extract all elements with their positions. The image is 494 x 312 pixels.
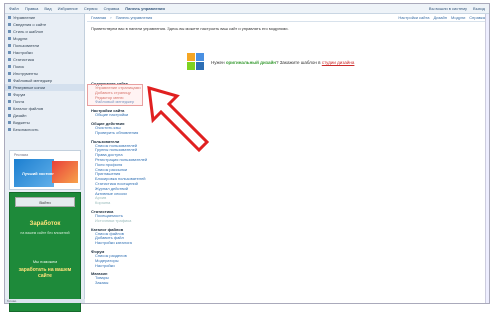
sidebar-item-icon [8, 107, 11, 110]
status-bar: Готово [5, 299, 85, 303]
breadcrumb-panel[interactable]: Панель управления [116, 15, 153, 20]
sidebar-item-label: Дизайн [13, 113, 27, 118]
ad-image-secondary [52, 161, 78, 183]
menu-favorites[interactable]: Избранное [58, 6, 78, 11]
sidebar-item-label: Сведения о сайте [13, 22, 47, 27]
sidebar-item[interactable]: Настройки [5, 49, 84, 56]
menu-file[interactable]: Файл [9, 6, 19, 11]
sidebar-item-icon [8, 93, 11, 96]
sidebar-item-icon [8, 128, 11, 131]
sidebar-item-label: Безопасность [13, 127, 39, 132]
arrow-shape [147, 86, 210, 153]
sidebar-item[interactable]: Управление [5, 14, 84, 21]
sidebar-item[interactable]: Дизайн [5, 112, 84, 119]
sidebar-item-icon [8, 79, 11, 82]
quick-link-design[interactable]: Дизайн [434, 15, 447, 20]
menu-edit[interactable]: Правка [25, 6, 39, 11]
quick-link-settings[interactable]: Настройки сайта [398, 15, 429, 20]
sidebar-item-label: Модули [13, 36, 28, 41]
sidebar-item-icon [8, 37, 11, 40]
sidebar-item-label: Статистика [13, 57, 35, 62]
sidebar-item-icon [8, 86, 11, 89]
sidebar-item-label: Стиль и шаблон [13, 29, 44, 34]
sidebar-item[interactable]: Форум [5, 91, 84, 98]
design-banner[interactable]: Нужен оригинальный дизайн? Закажите шабл… [187, 50, 387, 74]
design-studio-link[interactable]: студии дизайна [322, 60, 355, 65]
sidebar-item[interactable]: Поиск [5, 63, 84, 70]
sidebar-item-icon [8, 23, 11, 26]
ad-banner-hosting[interactable]: Реклама Лучший хостинг [9, 150, 81, 190]
ad-middle-text: Мы поможем [32, 259, 58, 264]
sidebar-item[interactable]: Сведения о сайте [5, 21, 84, 28]
design-banner-highlight: оригинальный дизайн [225, 59, 276, 65]
sidebar-item-icon [8, 44, 11, 47]
breadcrumb-separator: › [110, 15, 112, 20]
sidebar-item-icon [8, 16, 11, 19]
menu-view[interactable]: Вид [44, 6, 51, 11]
section-link[interactable]: Заказы [91, 281, 291, 286]
sidebar-item[interactable]: Каталог файлов [5, 105, 84, 112]
logout-link[interactable]: Выход [473, 6, 485, 11]
sidebar-item[interactable]: Резервные копии [5, 84, 84, 91]
sidebar-item[interactable]: Виджеты [5, 119, 84, 126]
sidebar-item-icon [8, 30, 11, 33]
sidebar-item-icon [8, 72, 11, 75]
welcome-text: Приветствуем вас в панели управления. Зд… [91, 26, 289, 31]
sidebar: Управление Сведения о сайте Стиль и шаблон… [5, 14, 85, 312]
section-link[interactable]: Источники трафика [91, 219, 291, 224]
sidebar-item-label: Виджеты [13, 120, 30, 125]
sidebar-item[interactable]: Безопасность [5, 126, 84, 133]
sidebar-item[interactable]: Пользователи [5, 42, 84, 49]
quick-link-help[interactable]: Справка [469, 15, 485, 20]
sidebar-item[interactable]: Статистика [5, 56, 84, 63]
sidebar-item-label: Каталог файлов [13, 106, 44, 111]
sidebar-item[interactable]: Стиль и шаблон [5, 28, 84, 35]
section-link[interactable]: Настройки каталога [91, 241, 291, 246]
design-logo-icon [187, 53, 205, 71]
sidebar-item-label: Почта [13, 99, 25, 104]
sidebar-item[interactable]: Инструменты [5, 70, 84, 77]
sidebar-item-icon [8, 51, 11, 54]
browser-window: Файл Правка Вид Избранное Сервис Справка… [4, 3, 490, 312]
sidebar-item-icon [8, 58, 11, 61]
login-button[interactable]: Войти [15, 197, 75, 207]
ad-headline: Заработок [29, 221, 61, 227]
highlighted-links-box [87, 84, 143, 106]
sidebar-item[interactable]: Почта [5, 98, 84, 105]
sidebar-item-label: Пользователи [13, 43, 40, 48]
ad-tag: Реклама [14, 153, 29, 157]
main-content: Главная › Панель управления Настройки са… [87, 14, 489, 303]
top-menu-bar: Файл Правка Вид Избранное Сервис Справка… [5, 4, 489, 14]
sidebar-item-label: Управление [13, 15, 36, 20]
ad-subtitle: на вашем сайте без вложений [20, 231, 70, 235]
section-link[interactable]: Настройки [91, 264, 291, 269]
sidebar-item-label: Файловый менеджер [13, 78, 53, 83]
design-banner-text: Нужен оригинальный дизайн? Закажите шабл… [211, 59, 355, 65]
quick-link-modules[interactable]: Модули [451, 15, 465, 20]
sidebar-item-label: Форум [13, 92, 26, 97]
scrollbar[interactable] [485, 14, 489, 303]
sidebar-item-icon [8, 114, 11, 117]
menu-help[interactable]: Справка [104, 6, 120, 11]
red-arrow-annotation [147, 86, 210, 153]
sidebar-item-label: Настройки [13, 50, 33, 55]
ad-bold-text: заработать на вашем сайте [18, 267, 72, 279]
breadcrumb-home[interactable]: Главная [91, 15, 106, 20]
sidebar-item[interactable]: Файловый менеджер [5, 77, 84, 84]
menu-tools[interactable]: Сервис [84, 6, 98, 11]
sidebar-item-label: Поиск [13, 64, 25, 69]
sidebar-item-label: Инструменты [13, 71, 38, 76]
sidebar-item-icon [8, 121, 11, 124]
ad-banner-earnings[interactable]: Войти Заработок на вашем сайте без вложе… [9, 192, 81, 312]
sidebar-item[interactable]: Модули [5, 35, 84, 42]
sidebar-item-icon [8, 100, 11, 103]
logged-in-text: Вы вошли в систему [428, 6, 468, 11]
sidebar-item-icon [8, 65, 11, 68]
section-link[interactable]: Корзина [91, 201, 291, 206]
ad-text: Лучший хостинг [22, 171, 54, 176]
sidebar-item-label: Резервные копии [13, 85, 46, 90]
breadcrumb: Главная › Панель управления Настройки са… [87, 14, 489, 22]
menu-control-panel[interactable]: Панель управления [125, 6, 165, 11]
